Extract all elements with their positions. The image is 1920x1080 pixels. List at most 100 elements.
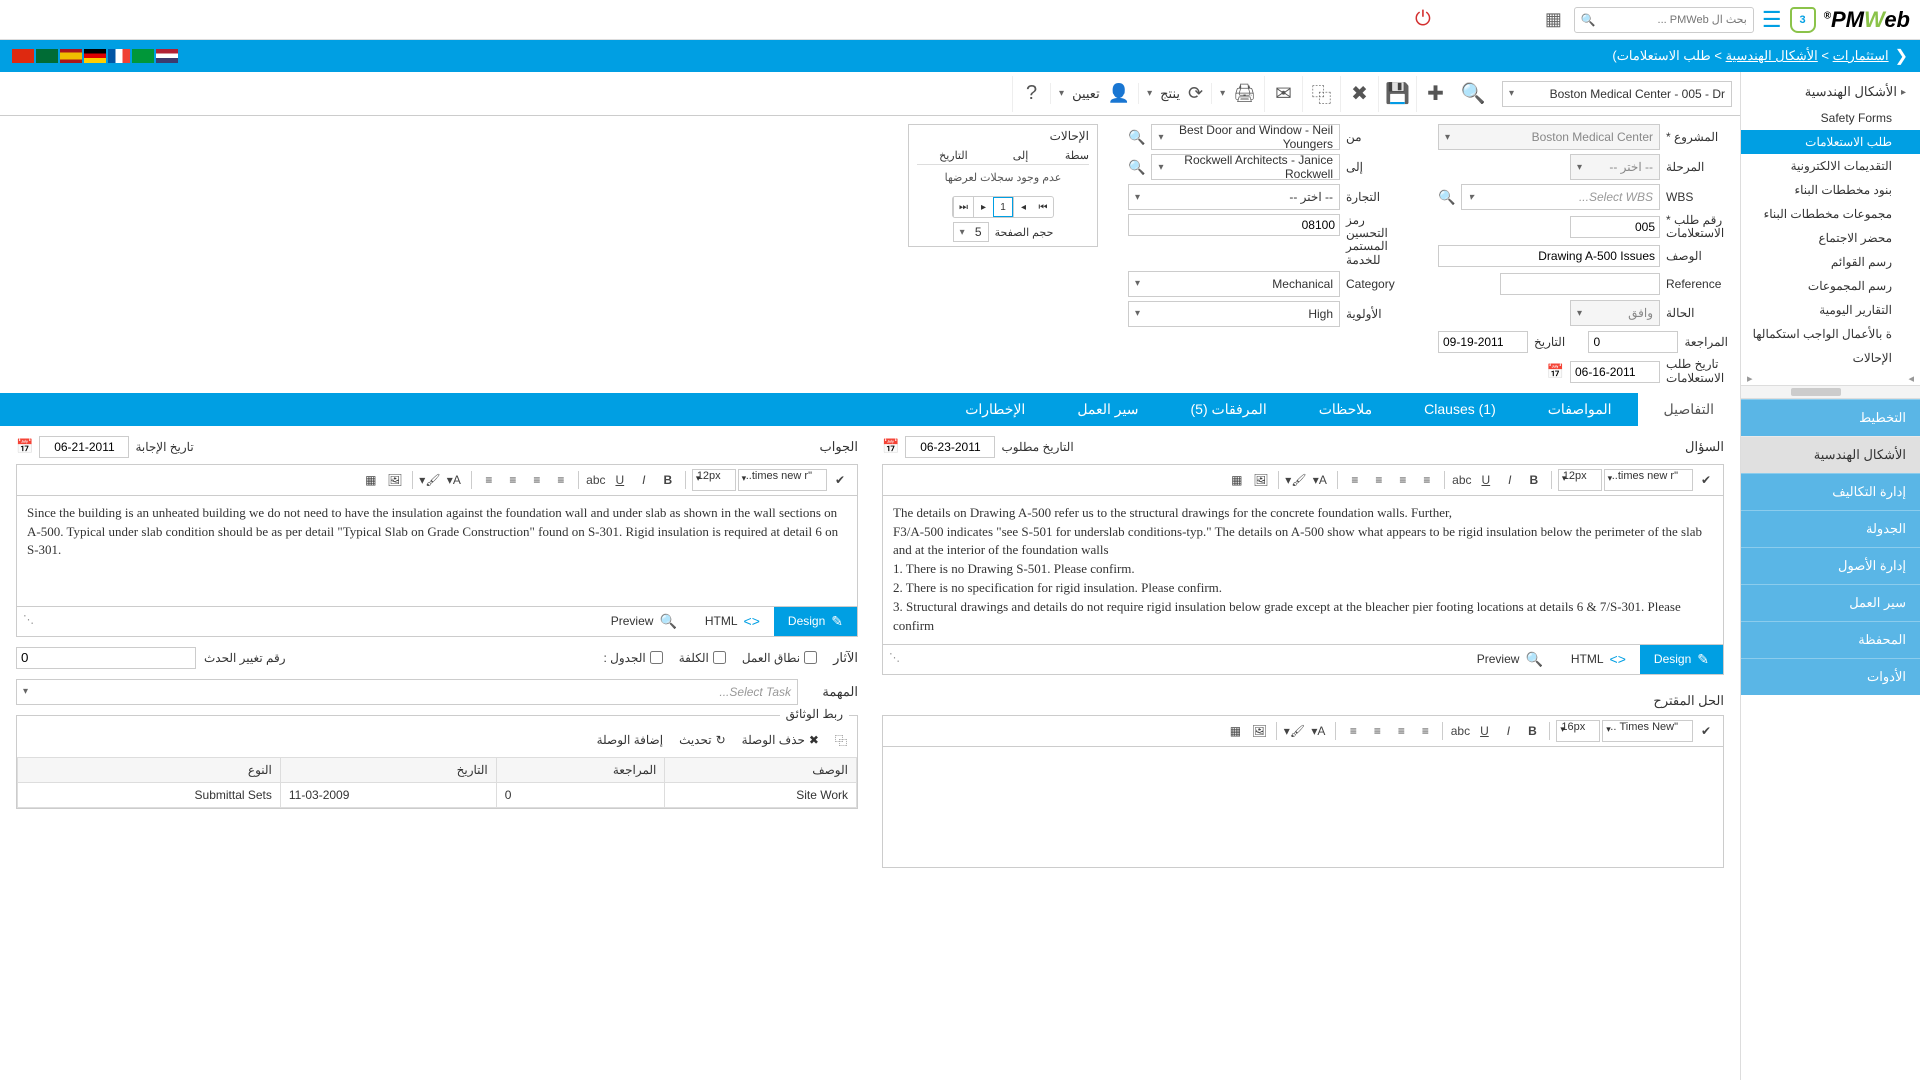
toolbar-delete-icon[interactable]: ✖: [1340, 76, 1378, 112]
align-right-icon[interactable]: ≡: [1366, 720, 1388, 742]
tab[interactable]: الإخطارات: [939, 393, 1051, 426]
tab[interactable]: المرفقات (5): [1165, 393, 1293, 426]
align-justify-icon[interactable]: ≡: [478, 469, 500, 491]
italic-icon[interactable]: I: [1497, 720, 1519, 742]
field-review[interactable]: [1588, 331, 1678, 353]
pager-prev-icon[interactable]: ◂: [1013, 197, 1033, 217]
field-trade[interactable]: -- اختر --: [1128, 184, 1340, 210]
field-wbs[interactable]: Select WBS...: [1461, 184, 1660, 210]
question-date-input[interactable]: [905, 436, 995, 458]
table-row[interactable]: Site Work011-03-2009Submittal Sets: [18, 782, 857, 807]
align-center-icon[interactable]: ≡: [1392, 469, 1414, 491]
align-justify-icon[interactable]: ≡: [1344, 469, 1366, 491]
calendar-icon[interactable]: 📅: [1547, 363, 1564, 380]
impact-schedule-check[interactable]: الجدول :: [604, 651, 663, 665]
editor-preview-tab[interactable]: 🔍Preview: [1463, 645, 1557, 674]
font-select[interactable]: "times new r...: [1604, 469, 1693, 491]
sidebar-scrollbar[interactable]: [1741, 385, 1920, 399]
impact-cost-check[interactable]: الكلفة: [679, 651, 726, 665]
strike-icon[interactable]: abc: [1449, 720, 1471, 742]
strike-icon[interactable]: abc: [585, 469, 607, 491]
tab[interactable]: التفاصيل: [1638, 393, 1740, 426]
linkdocs-add[interactable]: إضافة الوصلة: [597, 733, 663, 747]
editor-design-tab[interactable]: ✎Design: [774, 607, 857, 636]
table-icon[interactable]: ▦: [360, 469, 382, 491]
question-body[interactable]: The details on Drawing A-500 refer us to…: [883, 496, 1723, 644]
align-right-icon[interactable]: ≡: [502, 469, 524, 491]
sidebar-item[interactable]: التقارير اليومية: [1741, 298, 1920, 322]
pager-page[interactable]: 1: [993, 197, 1013, 217]
toolbar-copy-icon[interactable]: ⿻: [1302, 76, 1340, 112]
sidebar-item[interactable]: مجموعات مخططات البناء: [1741, 202, 1920, 226]
field-project[interactable]: Boston Medical Center: [1438, 124, 1660, 150]
calendar-icon[interactable]: 📅: [16, 438, 33, 455]
sidebar-item[interactable]: رسم المجموعات: [1741, 274, 1920, 298]
flag-br[interactable]: [132, 49, 154, 63]
sidebar-module[interactable]: الجدولة: [1741, 510, 1920, 547]
sidebar-item[interactable]: ة بالأعمال الواجب استكمالها: [1741, 322, 1920, 346]
toolbar-new-icon[interactable]: ✚: [1416, 76, 1454, 112]
backcolor-icon[interactable]: 🖌▾: [1283, 720, 1305, 742]
backcolor-icon[interactable]: 🖌▾: [419, 469, 441, 491]
sidebar-item[interactable]: محضر الاجتماع: [1741, 226, 1920, 250]
underline-icon[interactable]: U: [1473, 720, 1495, 742]
project-picker[interactable]: Boston Medical Center - 005 - Dr: [1502, 81, 1732, 107]
pager-last-icon[interactable]: ⏭: [953, 197, 973, 217]
toolbar-search-icon[interactable]: 🔍: [1454, 76, 1492, 112]
field-rfi-date[interactable]: [1570, 361, 1660, 383]
align-center-icon[interactable]: ≡: [526, 469, 548, 491]
linkdocs-copy-icon[interactable]: ⿻: [835, 732, 847, 749]
sidebar-scroll-left-icon[interactable]: ◂: [1908, 372, 1914, 385]
impact-scope-check[interactable]: نطاق العمل: [742, 651, 817, 665]
event-num-input[interactable]: [16, 647, 196, 669]
flag-us[interactable]: [156, 49, 178, 63]
sidebar-module[interactable]: الأدوات: [1741, 658, 1920, 695]
field-category[interactable]: Mechanical: [1128, 271, 1340, 297]
field-desc[interactable]: [1438, 245, 1660, 267]
breadcrumb-mid[interactable]: الأشكال الهندسية: [1726, 48, 1818, 63]
sidebar-item[interactable]: Safety Forms: [1741, 106, 1920, 130]
sidebar-module[interactable]: الأشكال الهندسية: [1741, 436, 1920, 473]
field-priority[interactable]: High: [1128, 301, 1340, 327]
backcolor-icon[interactable]: 🖌▾: [1285, 469, 1307, 491]
sidebar-item[interactable]: الإحالات: [1741, 346, 1920, 370]
apps-icon[interactable]: ▦: [1541, 5, 1566, 34]
image-icon[interactable]: 🖼: [384, 469, 406, 491]
image-icon[interactable]: 🖼: [1248, 720, 1270, 742]
field-csi[interactable]: [1128, 214, 1340, 236]
sidebar-module[interactable]: المحفظة: [1741, 621, 1920, 658]
align-right-icon[interactable]: ≡: [1368, 469, 1390, 491]
toolbar-save-icon[interactable]: 💾: [1378, 76, 1416, 112]
flag-fr[interactable]: [108, 49, 130, 63]
from-lookup-icon[interactable]: 🔍: [1128, 129, 1145, 146]
bold-icon[interactable]: B: [1521, 720, 1543, 742]
pager-next-icon[interactable]: ▸: [973, 197, 993, 217]
forecolor-icon[interactable]: A▾: [1307, 720, 1329, 742]
toolbar-email-icon[interactable]: ✉: [1264, 76, 1302, 112]
search-icon[interactable]: 🔍: [1581, 13, 1596, 27]
calendar-icon[interactable]: 📅: [882, 438, 899, 455]
align-left-icon[interactable]: ≡: [1414, 720, 1436, 742]
tab[interactable]: Clauses (1): [1398, 393, 1522, 426]
field-from[interactable]: Best Door and Window - Neil Youngers: [1151, 124, 1340, 150]
table-icon[interactable]: ▦: [1224, 720, 1246, 742]
field-reference[interactable]: [1500, 273, 1660, 295]
field-to[interactable]: Rockwell Architects - Janice Rockwell: [1151, 154, 1340, 180]
bold-icon[interactable]: B: [1523, 469, 1545, 491]
sidebar-item[interactable]: بنود مخططات البناء: [1741, 178, 1920, 202]
strike-icon[interactable]: abc: [1451, 469, 1473, 491]
global-search[interactable]: 🔍: [1574, 7, 1754, 33]
breadcrumb-collapse-icon[interactable]: ❮: [1895, 46, 1908, 66]
search-input[interactable]: [1596, 14, 1747, 26]
size-select[interactable]: 12px: [692, 469, 736, 491]
image-icon[interactable]: 🖼: [1250, 469, 1272, 491]
sidebar-scroll-right-icon[interactable]: ▸: [1747, 372, 1753, 385]
toolbar-help-icon[interactable]: ?: [1012, 76, 1050, 112]
linkdocs-delete[interactable]: ✖ حذف الوصلة: [742, 733, 819, 747]
font-select[interactable]: "times new r...: [738, 469, 827, 491]
editor-html-tab[interactable]: <>HTML: [1557, 645, 1640, 674]
font-select[interactable]: "Times New ...: [1602, 720, 1693, 742]
toolbar-assign[interactable]: 👤تعيين▾: [1050, 83, 1138, 104]
flag-sa[interactable]: [36, 49, 58, 63]
pager-first-icon[interactable]: ⏮: [1033, 197, 1053, 217]
